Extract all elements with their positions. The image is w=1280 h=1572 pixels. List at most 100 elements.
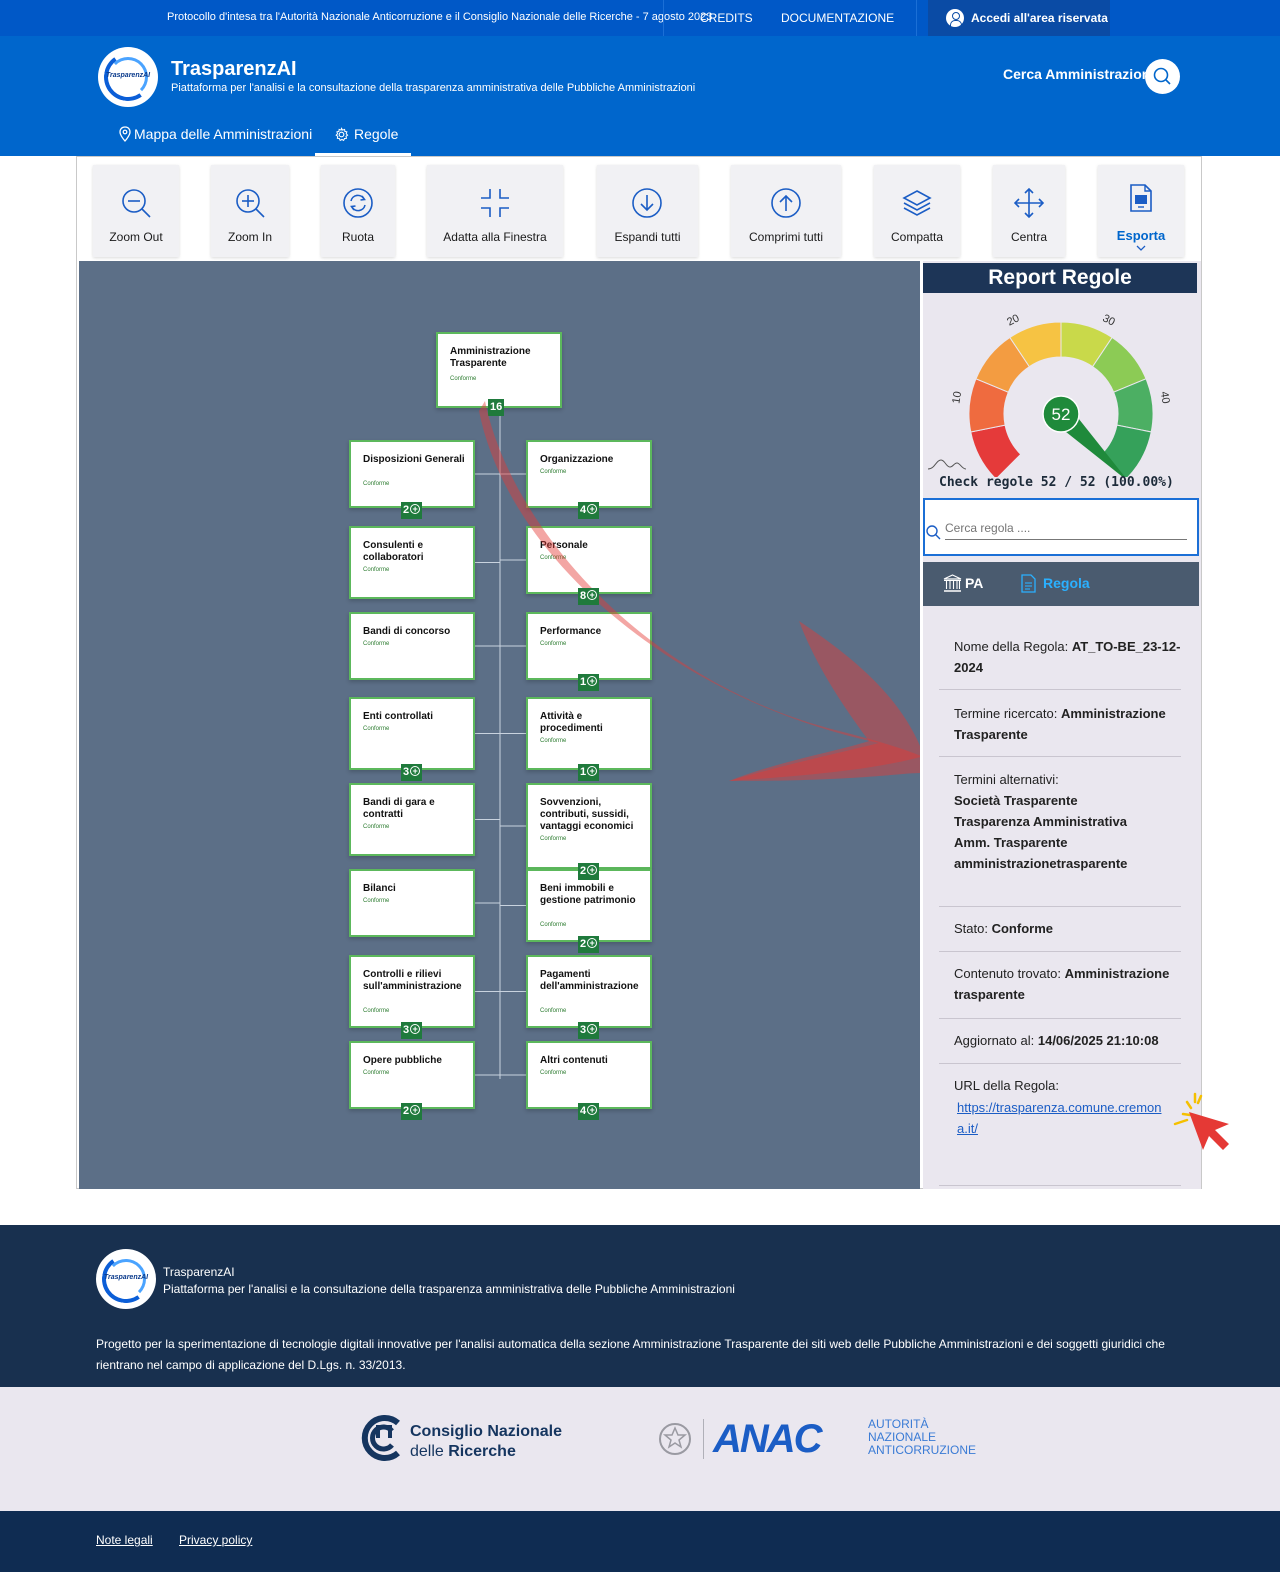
- search-administrations-label[interactable]: Cerca Amministrazioni: [1003, 66, 1154, 82]
- login-button[interactable]: Accedi all'area riservata: [928, 0, 1110, 36]
- zoom-out-label: Zoom Out: [109, 230, 163, 244]
- anac-wordmark: ANAC: [713, 1417, 823, 1461]
- updated-row: Aggiornato al: 14/06/2025 21:10:08: [939, 1030, 1181, 1064]
- rotate-button[interactable]: Ruota: [321, 165, 395, 257]
- rule-search-input[interactable]: [945, 516, 1187, 540]
- node-expand-badge[interactable]: 3 +: [401, 1022, 423, 1039]
- tree-node[interactable]: Bilanci Conforme: [349, 869, 475, 937]
- node-expand-badge[interactable]: 3 +: [401, 764, 423, 781]
- node-expand-badge[interactable]: 2 +: [401, 1103, 423, 1120]
- compact-button[interactable]: Compatta: [874, 165, 960, 257]
- node-expand-badge[interactable]: 4 +: [578, 1103, 600, 1120]
- sparkline-icon: [927, 459, 967, 470]
- tree-canvas[interactable]: Amministrazione Trasparente Conforme 16 …: [79, 261, 920, 1189]
- rule-name-row: Nome della Regola: AT_TO-BE_23-12-2024: [939, 636, 1181, 690]
- nav-regole[interactable]: Regole: [315, 124, 411, 156]
- export-dropdown[interactable]: Esporta: [1098, 165, 1184, 257]
- top-bar: Protocollo d'intesa tra l'Autorità Nazio…: [0, 0, 1280, 36]
- zoom-out-button[interactable]: Zoom Out: [93, 165, 179, 257]
- partner-logos: Consiglio Nazionale delle Ricerche ANAC …: [0, 1387, 1280, 1511]
- tree-node[interactable]: Opere pubbliche Conforme: [349, 1041, 475, 1109]
- rule-name-label: Nome della Regola:: [954, 639, 1069, 654]
- legal-notes-link[interactable]: Note legali: [96, 1533, 153, 1547]
- tree-node[interactable]: Consulenti e collaboratori Conforme: [349, 526, 475, 599]
- rule-url-link[interactable]: https://trasparenza.comune.cremona.it/: [957, 1097, 1169, 1139]
- node-expand-badge[interactable]: 2 +: [578, 936, 600, 953]
- footer-brand: TrasparenzAI: [163, 1265, 235, 1279]
- collapse-all-label: Comprimi tutti: [748, 230, 823, 244]
- center-button[interactable]: Centra: [993, 165, 1065, 257]
- report-tabs: PA Regola: [923, 562, 1199, 606]
- search-icon: [1153, 67, 1171, 85]
- node-expand-badge[interactable]: 3 +: [578, 1022, 600, 1039]
- node-expand-badge[interactable]: 8 +: [578, 588, 600, 605]
- tree-node[interactable]: Altri contenuti Conforme: [526, 1041, 652, 1109]
- tree-node-root[interactable]: Amministrazione Trasparente Conforme: [436, 332, 562, 408]
- nav-label: Regole: [354, 126, 399, 142]
- node-status: Conforme: [363, 1008, 390, 1014]
- gauge-band: [970, 424, 1022, 477]
- rules-panel: Zoom Out Zoom In Ruota Adatta alla Fines…: [76, 156, 1202, 1189]
- tree-node[interactable]: Performance Conforme: [526, 612, 652, 680]
- node-title: Amministrazione Trasparente: [450, 346, 531, 369]
- credits-link[interactable]: CREDITS: [700, 11, 753, 25]
- login-label: Accedi all'area riservata: [971, 11, 1108, 25]
- tree-node[interactable]: Organizzazione Conforme: [526, 440, 652, 508]
- expand-all-button[interactable]: Espandi tutti: [597, 165, 698, 257]
- tree-node[interactable]: Bandi di concorso Conforme: [349, 612, 475, 680]
- tree-node[interactable]: Sovvenzioni, contributi, sussidi, vantag…: [526, 783, 652, 869]
- anac-logo[interactable]: ANAC AUTORITÀ NAZIONALE ANTICORRUZIONE: [713, 1417, 1003, 1465]
- updated-label: Aggiornato al:: [954, 1033, 1035, 1048]
- zoom-in-button[interactable]: Zoom In: [211, 165, 289, 257]
- node-title: Sovvenzioni, contributi, sussidi, vantag…: [540, 797, 634, 832]
- gauge-value: 52: [1052, 405, 1071, 424]
- rule-url-label: URL della Regola:: [954, 1078, 1060, 1093]
- report-title: Report Regole: [923, 263, 1197, 293]
- nav-label: Mappa delle Amministrazioni: [134, 126, 313, 142]
- cnr-logo[interactable]: Consiglio Nazionale delle Ricerche: [358, 1413, 578, 1465]
- documentation-link[interactable]: DOCUMENTAZIONE: [781, 11, 894, 25]
- tree-node[interactable]: Enti controllati Conforme: [349, 697, 475, 770]
- alternative-term: Amm. Trasparente: [954, 835, 1068, 850]
- tree-node[interactable]: Bandi di gara e contratti Conforme: [349, 783, 475, 856]
- plus-circle-icon: +: [410, 1024, 421, 1034]
- site-title[interactable]: TrasparenzAI: [171, 58, 297, 81]
- trasparenzai-logo[interactable]: TrasparenzAI: [96, 1249, 156, 1309]
- node-expand-badge[interactable]: 4 +: [578, 502, 600, 519]
- footer-main: TrasparenzAI TrasparenzAI Piattaforma pe…: [0, 1225, 1280, 1387]
- tree-node[interactable]: Attività e procedimenti Conforme: [526, 697, 652, 770]
- node-title: Controlli e rilievi sull'amministrazione: [363, 969, 462, 992]
- alternative-term: Società Trasparente: [954, 793, 1078, 808]
- tree-node[interactable]: Pagamenti dell'amministrazione Conforme: [526, 955, 652, 1028]
- node-title: Beni immobili e gestione patrimonio: [540, 883, 636, 906]
- node-expand-badge[interactable]: 2 +: [578, 863, 600, 880]
- footer-description: Progetto per la sperimentazione di tecno…: [96, 1337, 1165, 1372]
- italian-emblem-icon: [659, 1423, 691, 1455]
- fit-window-icon: [481, 189, 509, 217]
- footer-bottom: Note legali Privacy policy: [0, 1511, 1280, 1572]
- node-title: Personale: [540, 540, 588, 551]
- map-pin-icon: [119, 126, 131, 142]
- alternative-term: Trasparenza Amministrativa: [954, 814, 1127, 829]
- node-title: Bilanci: [363, 883, 396, 894]
- divider: [703, 1419, 704, 1459]
- privacy-policy-link[interactable]: Privacy policy: [179, 1533, 252, 1547]
- divider: [663, 0, 664, 36]
- document-icon: [1021, 574, 1036, 593]
- content-found-row: Contenuto trovato: Amministrazione trasp…: [939, 963, 1181, 1019]
- node-status: Conforme: [363, 824, 390, 830]
- tree-node[interactable]: Personale Conforme: [526, 526, 652, 594]
- zoom-in-label: Zoom In: [227, 230, 272, 244]
- node-expand-badge[interactable]: 2 +: [401, 502, 423, 519]
- node-expand-badge[interactable]: 1 +: [578, 764, 600, 781]
- trasparenzai-logo[interactable]: TrasparenzAI: [98, 47, 158, 107]
- updated-value: 14/06/2025 21:10:08: [1037, 1033, 1159, 1048]
- tree-node[interactable]: Controlli e rilievi sull'amministrazione…: [349, 955, 475, 1028]
- node-count-badge[interactable]: 16: [488, 399, 505, 416]
- collapse-all-button[interactable]: Comprimi tutti: [731, 165, 841, 257]
- node-expand-badge[interactable]: 1 +: [578, 674, 600, 691]
- tree-node[interactable]: Disposizioni Generali Conforme: [349, 440, 475, 508]
- nav-map-administrations[interactable]: Mappa delle Amministrazioni: [118, 124, 312, 156]
- search-button[interactable]: [1145, 59, 1180, 94]
- fit-window-button[interactable]: Adatta alla Finestra: [427, 165, 563, 257]
